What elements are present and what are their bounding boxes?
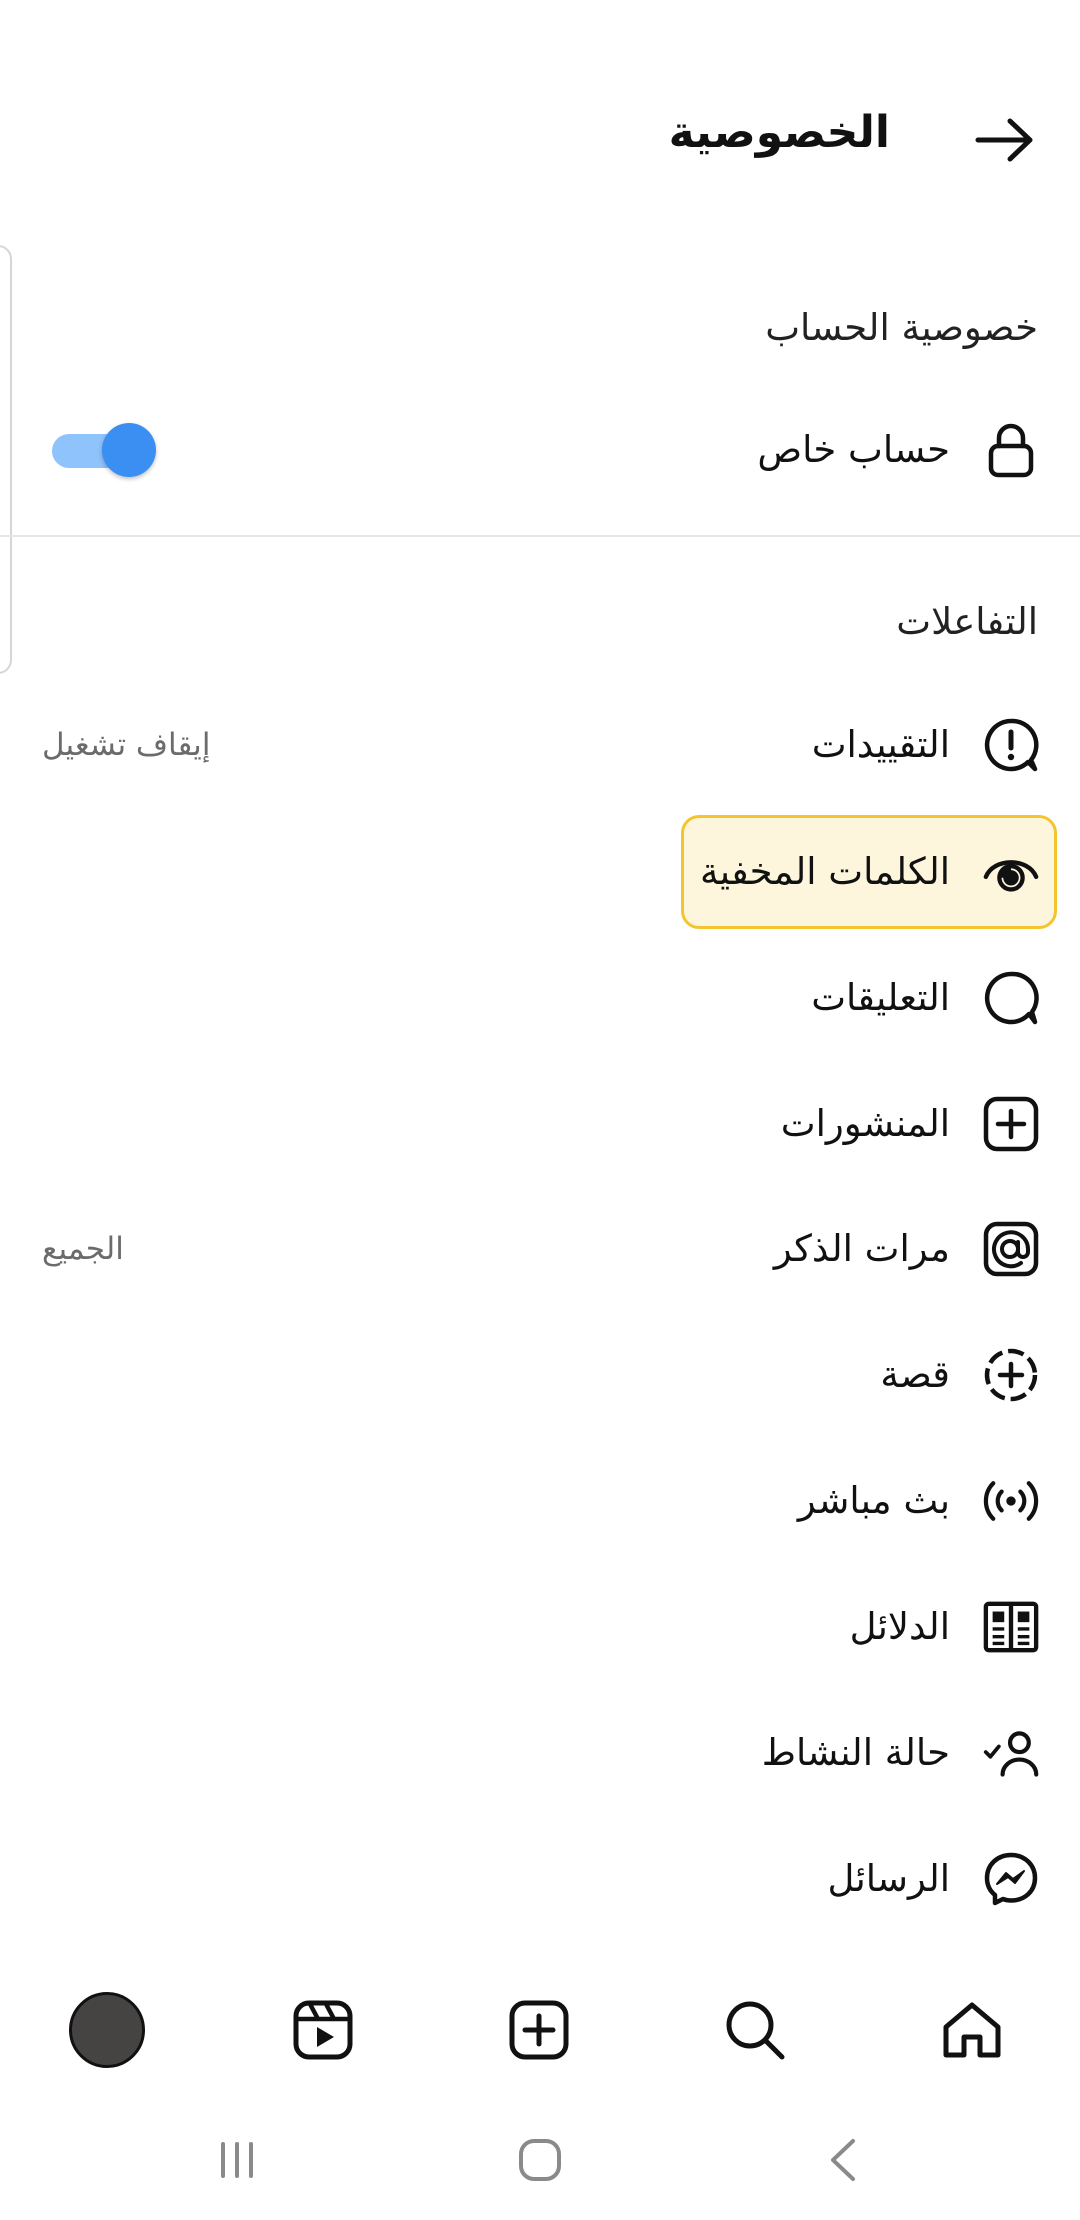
interactions-section-title: التفاعلات [896,600,1038,643]
restrictions-value: إيقاف تشغيل [42,727,211,763]
bottom-nav [0,1960,1080,2100]
guides-row[interactable]: الدلائل [0,1572,1080,1682]
section-divider [0,535,1080,537]
mentions-label: مرات الذكر [773,1227,950,1270]
guides-label: الدلائل [849,1605,950,1648]
recents-button[interactable] [187,2110,287,2210]
activity-status-row[interactable]: حالة النشاط [0,1698,1080,1808]
arrow-right-icon [975,118,1033,162]
alert-icon [982,716,1040,774]
messages-row[interactable]: الرسائل [0,1824,1080,1934]
story-plus-icon [982,1346,1040,1404]
mentions-value: الجميع [42,1231,124,1267]
mention-icon [982,1220,1040,1278]
guides-icon [982,1598,1040,1656]
restrictions-row[interactable]: التقييدات إيقاف تشغيل [0,690,1080,800]
create-icon [509,2000,569,2060]
toggle-thumb [102,423,156,477]
comments-row[interactable]: التعليقات [0,943,1080,1053]
nav-reels[interactable] [273,1960,373,2100]
private-account-toggle[interactable] [52,420,156,480]
back-chevron-icon [831,2139,855,2181]
comments-label: التعليقات [811,976,950,1019]
reels-icon [293,2000,353,2060]
system-back-button[interactable] [793,2110,893,2210]
mentions-row[interactable]: مرات الذكر الجميع [0,1194,1080,1304]
posts-row[interactable]: المنشورات [0,1069,1080,1179]
account-privacy-section-title: خصوصية الحساب [765,306,1038,349]
activity-status-icon [982,1724,1040,1782]
hidden-words-row[interactable]: الكلمات المخفية [0,817,1080,927]
hidden-words-label: الكلمات المخفية [699,850,950,893]
back-button[interactable] [970,105,1040,175]
lock-icon [982,421,1040,479]
story-label: قصة [880,1353,950,1396]
nav-create[interactable] [489,1960,589,2100]
search-icon [726,2001,785,2060]
system-nav-bar [0,2110,1080,2210]
nav-home[interactable] [922,1960,1022,2100]
home-button-icon [519,2139,561,2181]
recents-icon [221,2142,253,2178]
posts-label: المنشورات [780,1102,950,1145]
page-title: الخصوصية [668,107,890,158]
post-plus-icon [982,1095,1040,1153]
system-home-button[interactable] [490,2110,590,2210]
live-row[interactable]: بث مباشر [0,1446,1080,1556]
live-label: بث مباشر [797,1479,950,1522]
eye-icon [982,843,1040,901]
nav-search[interactable] [705,1960,805,2100]
activity-status-label: حالة النشاط [761,1731,950,1774]
comment-icon [982,969,1040,1027]
private-account-row[interactable]: حساب خاص [0,395,1080,505]
private-account-label: حساب خاص [757,428,950,471]
messenger-icon [982,1850,1040,1908]
profile-avatar [69,1992,145,2068]
live-icon [982,1472,1040,1530]
home-icon [943,2002,1001,2058]
restrictions-label: التقييدات [811,723,950,766]
messages-label: الرسائل [827,1857,950,1900]
nav-profile[interactable] [57,1960,157,2100]
story-row[interactable]: قصة [0,1320,1080,1430]
